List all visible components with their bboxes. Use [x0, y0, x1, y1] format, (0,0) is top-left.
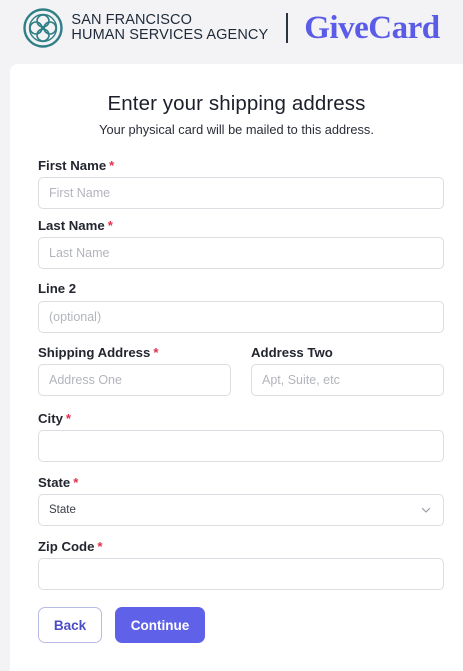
city-label-text: City — [38, 411, 63, 426]
required-marker: * — [107, 218, 113, 233]
zip-code-input[interactable] — [38, 558, 444, 590]
required-marker: * — [65, 411, 72, 426]
required-marker: * — [109, 158, 115, 173]
state-select[interactable]: State — [38, 494, 444, 526]
zip-code-label: Zip Code * — [38, 539, 103, 554]
givecard-logo: GiveCard — [304, 9, 440, 46]
brand-divider — [286, 13, 289, 43]
brand-lockup: SAN FRANCISCO HUMAN SERVICES AGENCY Give… — [23, 8, 440, 48]
zip-code-label-text: Zip Code — [38, 539, 95, 554]
last-name-label-text: Last Name — [38, 218, 105, 233]
last-name-label: Last Name * — [38, 218, 113, 233]
first-name-input[interactable] — [38, 177, 444, 209]
back-button[interactable]: Back — [38, 607, 102, 643]
line-2-label: Line 2 — [38, 281, 76, 296]
first-name-label: First Name * — [38, 158, 114, 173]
page-subtitle: Your physical card will be mailed to thi… — [99, 122, 374, 137]
shipping-address-input[interactable] — [38, 364, 231, 396]
agency-line-1: SAN FRANCISCO — [71, 12, 192, 28]
shipping-form-card: Enter your shipping address Your physica… — [10, 64, 463, 671]
required-marker: * — [97, 539, 103, 554]
first-name-label-text: First Name — [38, 158, 107, 173]
state-label-text: State — [38, 475, 71, 490]
shipping-address-label-text: Shipping Address — [38, 345, 151, 360]
required-marker: * — [73, 475, 79, 490]
header: SAN FRANCISCO HUMAN SERVICES AGENCY Give… — [0, 0, 463, 56]
address-two-label: Address Two — [251, 345, 333, 360]
chevron-down-icon — [421, 507, 431, 513]
page-title: Enter your shipping address — [107, 92, 366, 115]
required-marker: * — [153, 345, 159, 360]
address-two-input[interactable] — [251, 364, 444, 396]
city-input[interactable] — [38, 430, 444, 462]
state-label: State * — [38, 475, 78, 490]
line-2-label-text: Line 2 — [38, 281, 77, 296]
city-label: City * — [38, 411, 71, 426]
agency-line-2: HUMAN SERVICES AGENCY — [71, 27, 269, 43]
line-2-input[interactable] — [38, 301, 444, 333]
continue-button[interactable]: Continue — [115, 607, 205, 643]
address-two-label-text: Address Two — [251, 345, 333, 360]
state-selected-value: State — [49, 504, 76, 516]
shipping-address-label: Shipping Address * — [38, 345, 159, 360]
last-name-input[interactable] — [38, 237, 444, 269]
agency-name: SAN FRANCISCO HUMAN SERVICES AGENCY — [71, 13, 268, 43]
sf-seal-icon — [23, 8, 64, 48]
